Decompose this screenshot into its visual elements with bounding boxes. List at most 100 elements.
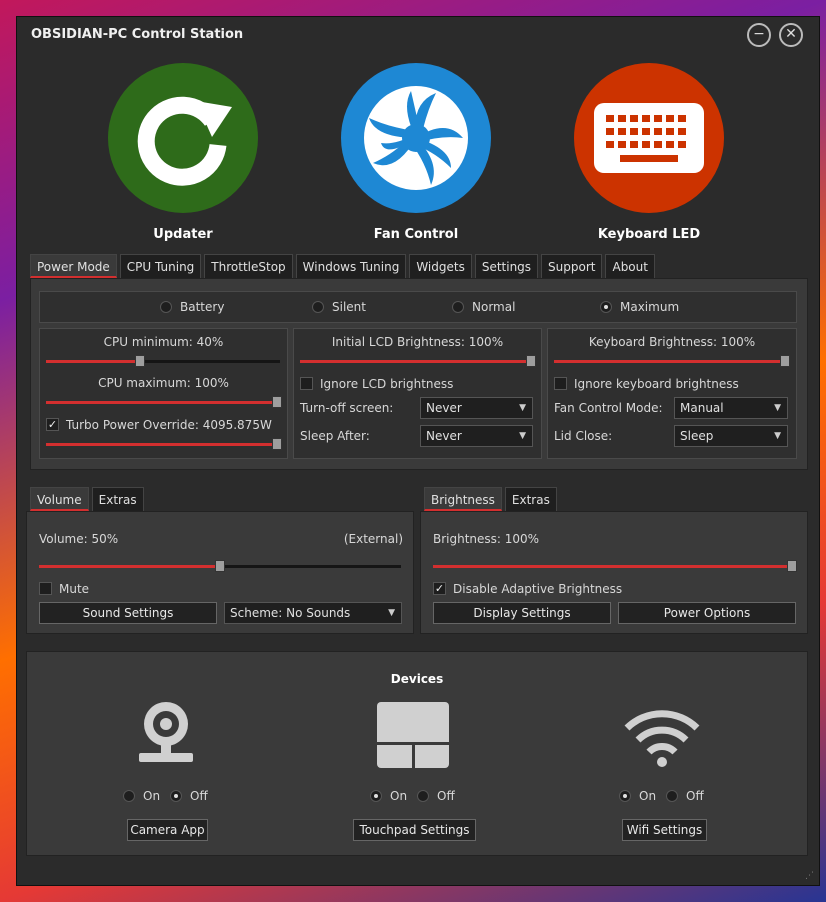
resize-grip-icon[interactable]: ⋰	[805, 871, 815, 881]
chevron-down-icon: ▼	[519, 403, 526, 413]
sleep-after-label: Sleep After:	[300, 429, 370, 443]
lid-close-dropdown[interactable]: Sleep ▼	[674, 425, 788, 447]
touchpad-on-radio[interactable]: On	[370, 789, 407, 803]
radio-label: Battery	[180, 300, 225, 314]
radio-maximum[interactable]: Maximum	[600, 300, 679, 314]
main-tab-bar: Power Mode CPU Tuning ThrottleStop Windo…	[30, 254, 655, 278]
radio-label: Normal	[472, 300, 516, 314]
brightness-tab-bar: Brightness Extras	[424, 487, 557, 511]
touchpad-settings-button[interactable]: Touchpad Settings	[353, 819, 476, 841]
window-title: OBSIDIAN-PC Control Station	[31, 27, 244, 42]
volume-slider[interactable]	[39, 560, 401, 572]
camera-app-button[interactable]: Camera App	[127, 819, 208, 841]
camera-off-radio[interactable]: Off	[170, 789, 208, 803]
close-button[interactable]: ✕	[779, 23, 803, 47]
minimize-button[interactable]: −	[747, 23, 771, 47]
fan-mode-label: Fan Control Mode:	[554, 401, 663, 415]
keyboard-led-app[interactable]: Keyboard LED	[569, 63, 729, 242]
power-options-button[interactable]: Power Options	[618, 602, 796, 624]
tab-support[interactable]: Support	[541, 254, 603, 278]
power-mode-selector: Battery Silent Normal Maximum	[39, 291, 797, 323]
wifi-on-radio[interactable]: On	[619, 789, 656, 803]
mute-label: Mute	[59, 582, 90, 596]
volume-tab-bar: Volume Extras	[30, 487, 144, 511]
dropdown-value: Never	[426, 429, 462, 443]
sleep-after-dropdown[interactable]: Never ▼	[420, 425, 533, 447]
title-bar: OBSIDIAN-PC Control Station − ✕	[17, 17, 819, 53]
keyboard-brightness-slider[interactable]	[554, 355, 790, 367]
tab-settings[interactable]: Settings	[474, 254, 539, 278]
lcd-settings-box: Initial LCD Brightness: 100% Ignore LCD …	[293, 328, 542, 459]
ignore-keyboard-checkbox[interactable]	[554, 377, 567, 390]
volume-label: Volume: 50%	[39, 532, 119, 546]
updater-label: Updater	[153, 227, 213, 242]
devices-title: Devices	[390, 672, 444, 686]
chevron-down-icon: ▼	[519, 431, 526, 441]
turbo-power-slider[interactable]	[46, 438, 282, 450]
keyboard-icon[interactable]	[574, 63, 724, 213]
tab-brightness[interactable]: Brightness	[424, 487, 502, 511]
radio-silent[interactable]: Silent	[312, 300, 366, 314]
radio-label: Maximum	[620, 300, 680, 314]
updater-app[interactable]: Updater	[103, 63, 263, 242]
fan-control-label: Fan Control	[373, 227, 459, 242]
tab-volume[interactable]: Volume	[30, 487, 89, 511]
webcam-icon	[131, 698, 201, 770]
touchpad-icon	[377, 702, 449, 768]
refresh-icon[interactable]	[108, 63, 258, 213]
display-settings-button[interactable]: Display Settings	[433, 602, 611, 624]
radio-label: Off	[437, 789, 455, 803]
turbo-override-label: Turbo Power Override: 4095.875W	[66, 418, 272, 432]
cpu-min-slider[interactable]	[46, 355, 280, 367]
brightness-slider[interactable]	[433, 560, 797, 572]
wifi-icon	[623, 706, 701, 768]
turnoff-screen-dropdown[interactable]: Never ▼	[420, 397, 533, 419]
lcd-brightness-slider[interactable]	[300, 355, 536, 367]
brightness-panel: Brightness: 100% ✓ Disable Adaptive Brig…	[420, 511, 808, 634]
radio-normal[interactable]: Normal	[452, 300, 515, 314]
keyboard-settings-box: Keyboard Brightness: 100% Ignore keyboar…	[547, 328, 797, 459]
disable-adaptive-label: Disable Adaptive Brightness	[453, 582, 623, 596]
control-station-window: OBSIDIAN-PC Control Station − ✕ Updater	[16, 16, 820, 886]
touchpad-off-radio[interactable]: Off	[417, 789, 455, 803]
cpu-settings-box: CPU minimum: 40% CPU maximum: 100% ✓ Tur…	[39, 328, 288, 459]
radio-dot	[160, 301, 172, 313]
radio-dot	[170, 790, 182, 802]
sound-scheme-dropdown[interactable]: Scheme: No Sounds ▼	[224, 602, 402, 624]
brightness-label: Brightness: 100%	[433, 532, 540, 546]
chevron-down-icon: ▼	[774, 403, 781, 413]
tab-widgets[interactable]: Widgets	[409, 254, 472, 278]
wifi-settings-button[interactable]: Wifi Settings	[622, 819, 707, 841]
turbo-override-checkbox[interactable]: ✓	[46, 418, 59, 431]
sound-settings-button[interactable]: Sound Settings	[39, 602, 217, 624]
radio-dot	[666, 790, 678, 802]
tab-volume-extras[interactable]: Extras	[91, 487, 144, 511]
lcd-brightness-label: Initial LCD Brightness: 100%	[331, 335, 504, 349]
radio-dot	[123, 790, 135, 802]
radio-battery[interactable]: Battery	[160, 300, 224, 314]
chevron-down-icon: ▼	[388, 608, 395, 618]
fan-control-app[interactable]: Fan Control	[336, 63, 496, 242]
tab-cpu-tuning[interactable]: CPU Tuning	[119, 254, 202, 278]
lid-close-label: Lid Close:	[554, 429, 613, 443]
tab-brightness-extras[interactable]: Extras	[504, 487, 557, 511]
fan-mode-dropdown[interactable]: Manual ▼	[674, 397, 788, 419]
power-mode-panel: Battery Silent Normal Maximum CPU minimu…	[30, 278, 808, 470]
camera-on-radio[interactable]: On	[123, 789, 160, 803]
ignore-lcd-label: Ignore LCD brightness	[320, 377, 454, 391]
tab-windows-tuning[interactable]: Windows Tuning	[295, 254, 407, 278]
cpu-max-label: CPU maximum: 100%	[98, 376, 229, 390]
radio-dot	[312, 301, 324, 313]
mute-checkbox[interactable]	[39, 582, 52, 595]
radio-label: On	[639, 789, 657, 803]
radio-label: On	[390, 789, 408, 803]
cpu-max-slider[interactable]	[46, 396, 282, 408]
disable-adaptive-checkbox[interactable]: ✓	[433, 582, 446, 595]
fan-icon[interactable]	[341, 63, 491, 213]
tab-power-mode[interactable]: Power Mode	[30, 254, 117, 278]
radio-label: On	[143, 789, 161, 803]
ignore-lcd-checkbox[interactable]	[300, 377, 313, 390]
tab-about[interactable]: About	[605, 254, 655, 278]
tab-throttlestop[interactable]: ThrottleStop	[204, 254, 293, 278]
wifi-off-radio[interactable]: Off	[666, 789, 704, 803]
